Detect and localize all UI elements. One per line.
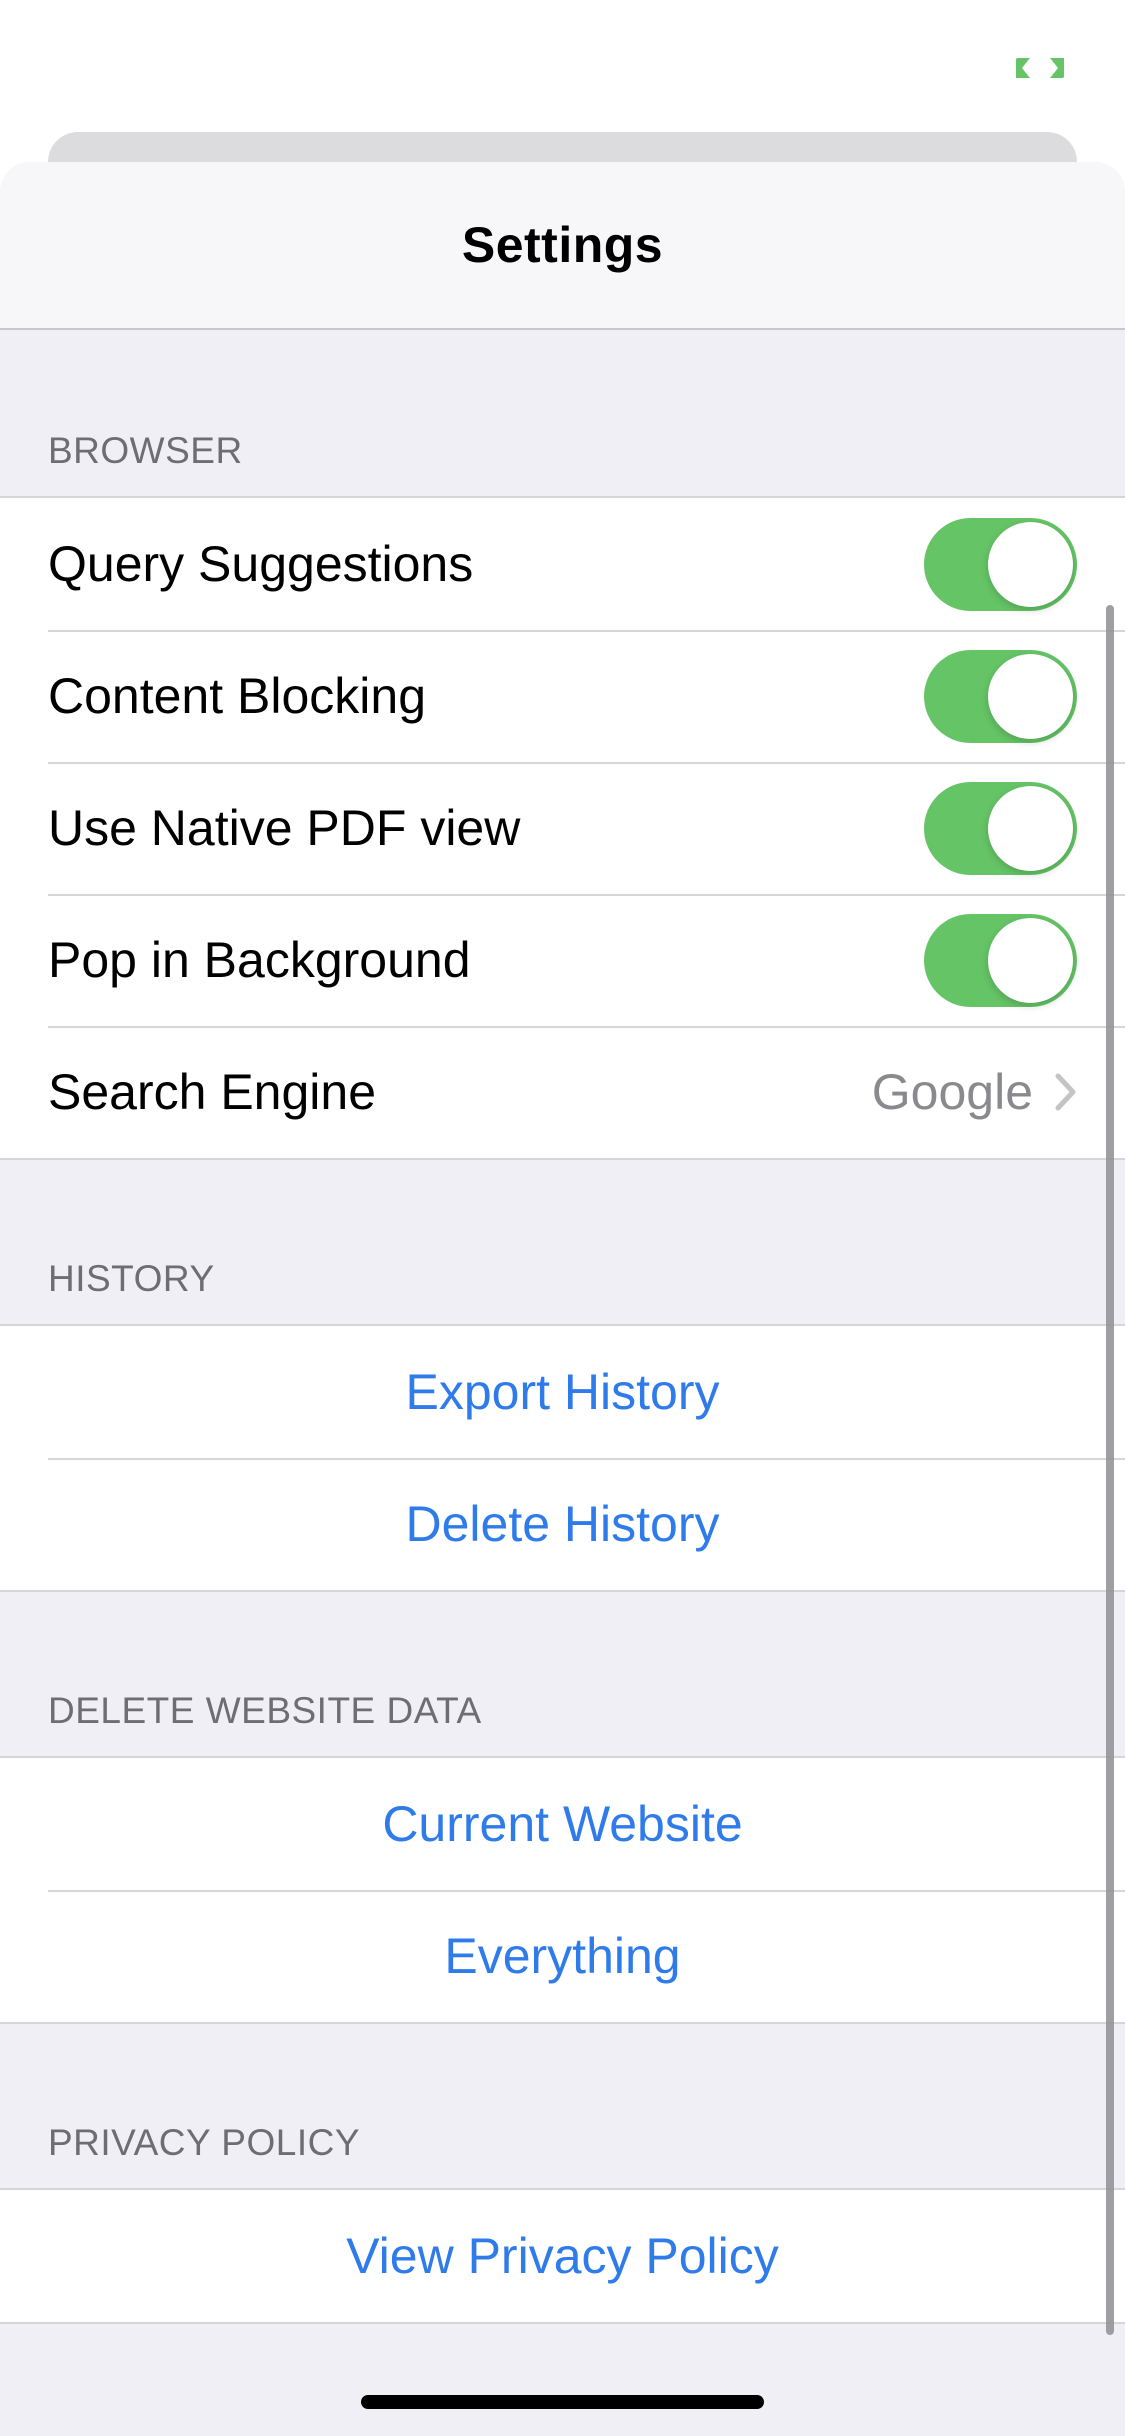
export-history-button[interactable]: Export History [0, 1326, 1125, 1458]
history-group: Export History Delete History [0, 1324, 1125, 1592]
browser-group: Query Suggestions Content Blocking Use N… [0, 496, 1125, 1160]
row-query-suggestions: Query Suggestions [0, 498, 1125, 630]
row-label: Search Engine [48, 1064, 377, 1120]
view-privacy-policy-button[interactable]: View Privacy Policy [0, 2190, 1125, 2322]
section-header-history: HISTORY [48, 1258, 215, 1299]
pop-in-background-toggle[interactable] [924, 913, 1077, 1007]
row-label: Pop in Background [48, 932, 471, 988]
view-privacy-policy-label: View Privacy Policy [346, 2228, 779, 2284]
delete-everything-button[interactable]: Everything [0, 1890, 1125, 2022]
chevron-right-icon [1055, 1073, 1076, 1111]
everything-label: Everything [444, 1928, 681, 1984]
row-label: Use Native PDF view [48, 800, 521, 856]
fullscreen-corners-icon[interactable] [1014, 56, 1066, 80]
page-title: Settings [461, 217, 664, 273]
delete-history-button[interactable]: Delete History [0, 1458, 1125, 1590]
search-engine-value: Google [871, 1064, 1033, 1120]
row-search-engine[interactable]: Search Engine Google [0, 1026, 1125, 1158]
section-header-browser: BROWSER [48, 430, 243, 471]
native-pdf-view-toggle[interactable] [924, 781, 1077, 875]
privacy-group: View Privacy Policy [0, 2188, 1125, 2324]
section-header-privacy: PRIVACY POLICY [48, 2122, 361, 2163]
home-indicator[interactable] [361, 2395, 764, 2409]
navigation-bar: Settings [0, 162, 1125, 330]
row-pop-in-background: Pop in Background [0, 894, 1125, 1026]
row-label: Content Blocking [48, 668, 427, 724]
current-website-label: Current Website [382, 1796, 743, 1852]
row-content-blocking: Content Blocking [0, 630, 1125, 762]
row-label: Query Suggestions [48, 536, 474, 592]
settings-sheet: Settings BROWSER Query Suggestions Conte… [0, 162, 1125, 2436]
toggle-knob [988, 917, 1073, 1003]
toggle-knob [988, 785, 1073, 871]
scrollbar[interactable] [1106, 605, 1114, 2335]
website-data-group: Current Website Everything [0, 1756, 1125, 2024]
delete-current-website-button[interactable]: Current Website [0, 1758, 1125, 1890]
section-header-website-data: DELETE WEBSITE DATA [48, 1690, 482, 1731]
content-blocking-toggle[interactable] [924, 649, 1077, 743]
toggle-knob [988, 521, 1073, 607]
export-history-label: Export History [405, 1364, 720, 1420]
delete-history-label: Delete History [405, 1496, 720, 1552]
row-native-pdf-view: Use Native PDF view [0, 762, 1125, 894]
query-suggestions-toggle[interactable] [924, 517, 1077, 611]
toggle-knob [988, 653, 1073, 739]
